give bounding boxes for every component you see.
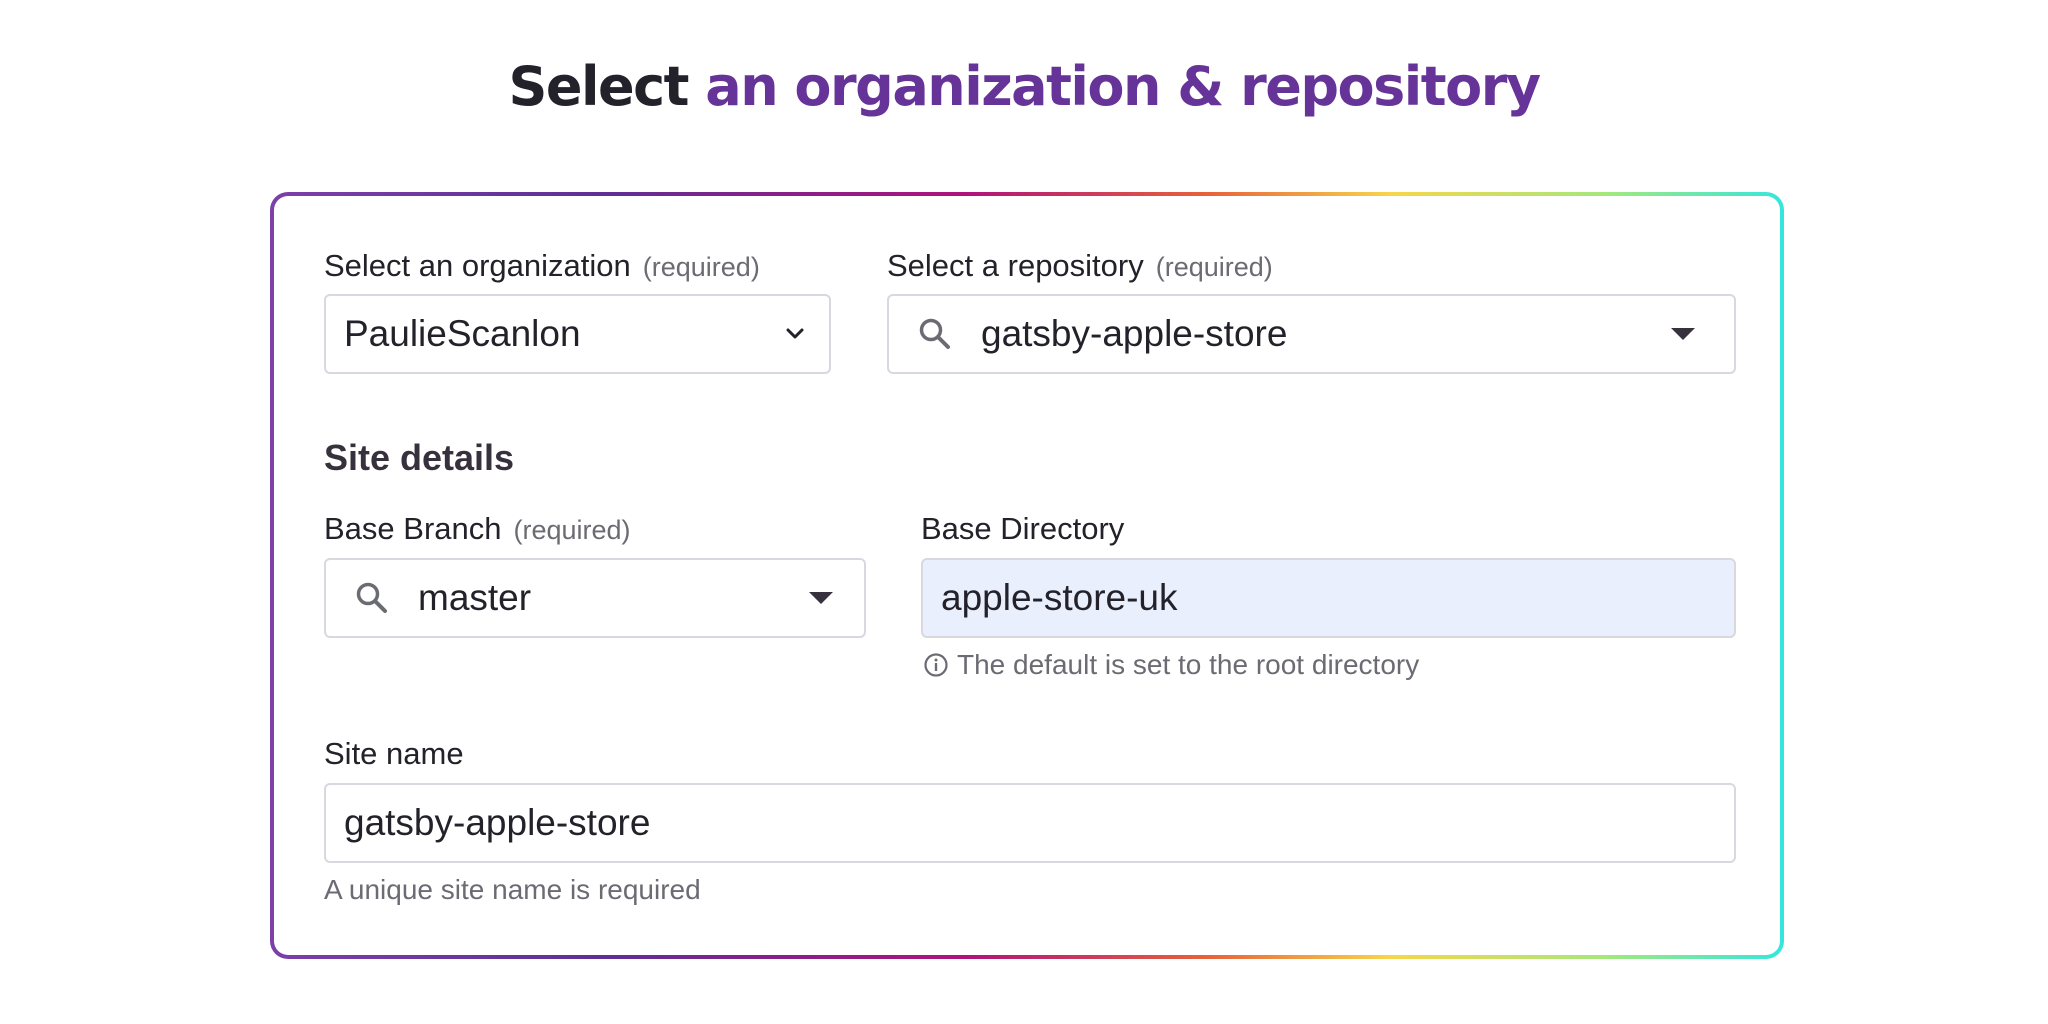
base-directory-label-text: Base Directory (921, 511, 1125, 546)
repository-required-note: (required) (1155, 252, 1273, 282)
base-branch-label: Base Branch (required) (324, 509, 631, 550)
base-directory-hint: The default is set to the root directory (923, 647, 1419, 683)
site-name-label-text: Site name (324, 736, 464, 771)
base-branch-combobox-value: master (418, 577, 532, 618)
base-directory-label: Base Directory (921, 509, 1124, 549)
base-branch-required-note: (required) (513, 515, 631, 545)
base-directory-input-value: apple-store-uk (941, 577, 1178, 618)
base-branch-label-text: Base Branch (324, 511, 502, 546)
info-icon (923, 652, 949, 678)
organization-select-value: PaulieScanlon (344, 313, 581, 354)
search-icon (905, 314, 965, 354)
site-name-hint: A unique site name is required (324, 874, 701, 905)
repository-combobox-value: gatsby-apple-store (981, 313, 1288, 354)
site-name-input-value: gatsby-apple-store (344, 802, 651, 843)
repository-label: Select a repository (required) (887, 246, 1273, 287)
site-name-label: Site name (324, 734, 464, 774)
organization-label-text: Select an organization (324, 248, 631, 283)
repository-label-text: Select a repository (887, 248, 1144, 283)
organization-required-note: (required) (642, 252, 760, 282)
caret-down-icon[interactable] (1670, 327, 1696, 341)
page-title: Select an organization & repository (0, 52, 2048, 122)
form-card-border: Select an organization (required) PaulieS… (270, 192, 1784, 959)
search-icon (342, 578, 402, 618)
base-directory-input[interactable]: apple-store-uk (921, 558, 1736, 638)
page-title-strong: Select (508, 55, 689, 118)
organization-select[interactable]: PaulieScanlon (324, 294, 831, 374)
site-name-input[interactable]: gatsby-apple-store (324, 783, 1736, 863)
caret-down-icon[interactable] (808, 591, 834, 605)
base-branch-combobox[interactable]: master (324, 558, 866, 638)
page-title-accent: an organization & repository (705, 55, 1541, 118)
chevron-down-icon[interactable] (785, 327, 805, 341)
organization-label: Select an organization (required) (324, 246, 760, 287)
repository-combobox[interactable]: gatsby-apple-store (887, 294, 1736, 374)
form-card: Select an organization (required) PaulieS… (274, 196, 1780, 955)
site-details-heading: Site details (324, 437, 515, 478)
base-directory-hint-text: The default is set to the root directory (957, 649, 1420, 680)
